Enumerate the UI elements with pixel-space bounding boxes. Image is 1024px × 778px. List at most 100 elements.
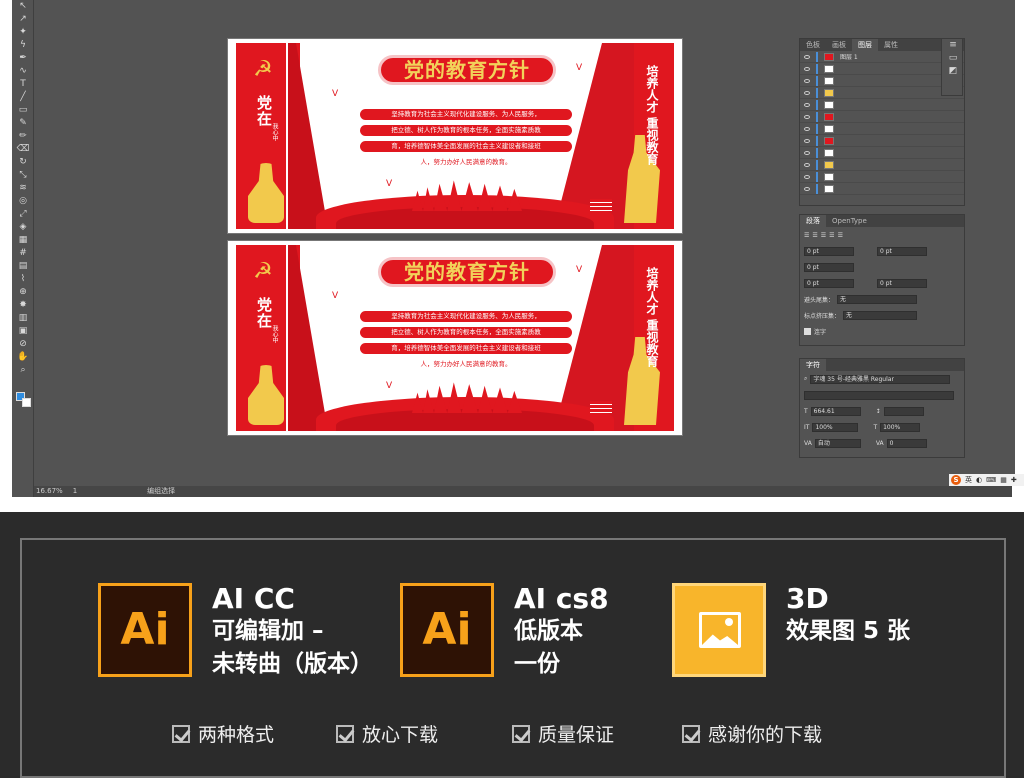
tab-swatches[interactable]: 色板 bbox=[800, 39, 826, 51]
leading-field[interactable] bbox=[883, 406, 924, 416]
tray-icon[interactable]: ▦ bbox=[1000, 476, 1007, 484]
type-icon[interactable]: T bbox=[12, 78, 34, 91]
graph-icon[interactable]: ▥ bbox=[12, 312, 34, 325]
hand-icon[interactable]: ✋ bbox=[12, 351, 34, 364]
visibility-eye-icon[interactable] bbox=[804, 186, 810, 191]
sublayer-row[interactable] bbox=[800, 135, 964, 147]
tab-opentype[interactable]: OpenType bbox=[826, 215, 873, 227]
tab-paragraph[interactable]: 段落 bbox=[800, 215, 826, 227]
eraser-icon[interactable]: ⌫ bbox=[12, 143, 34, 156]
slice-icon[interactable]: ⊘ bbox=[12, 338, 34, 351]
artboard-1[interactable]: ☭ 党在 我心中 培养人才 重视教育 党的教育方针 坚持教育为社会主义现代化建设… bbox=[227, 38, 683, 234]
paragraph-panel[interactable]: 段落 OpenType ☰ ☰ ☰ ☰ ☰ 0 pt 0 pt 0 pt 0 p… bbox=[799, 214, 965, 346]
kinsoku-select[interactable]: 无 bbox=[837, 294, 918, 304]
align-right-icon[interactable]: ☰ bbox=[821, 232, 826, 239]
pathfinder-icon[interactable]: ◩ bbox=[942, 65, 964, 78]
right-indent-field[interactable]: 0 pt bbox=[877, 246, 927, 256]
rotate-icon[interactable]: ↻ bbox=[12, 156, 34, 169]
space-after-field[interactable]: 0 pt bbox=[877, 278, 927, 288]
visibility-eye-icon[interactable] bbox=[804, 66, 810, 71]
vertical-scale-field[interactable]: 100% bbox=[812, 422, 859, 432]
align-icon[interactable]: ▭ bbox=[942, 52, 964, 65]
pen-icon[interactable]: ✒ bbox=[12, 52, 34, 65]
tray-icon[interactable]: ◐ bbox=[976, 476, 982, 484]
lasso-icon[interactable]: ϟ bbox=[12, 39, 34, 52]
selection-tool-icon[interactable]: ↖ bbox=[12, 0, 34, 13]
tray-icon[interactable]: ✚ bbox=[1011, 476, 1017, 484]
tray-icon[interactable]: ⌨ bbox=[986, 476, 996, 484]
align-center-icon[interactable]: ☰ bbox=[812, 232, 817, 239]
collapsed-panel-strip[interactable]: ≡ ▭ ◩ bbox=[941, 38, 963, 96]
tab-properties[interactable]: 属性 bbox=[878, 39, 904, 51]
curvature-icon[interactable]: ∿ bbox=[12, 65, 34, 78]
tab-artboards[interactable]: 画板 bbox=[826, 39, 852, 51]
kerning-field[interactable]: 自动 bbox=[814, 438, 861, 448]
visibility-eye-icon[interactable] bbox=[804, 54, 810, 59]
hyphen-checkbox[interactable] bbox=[804, 327, 811, 335]
sublayer-row[interactable] bbox=[800, 111, 964, 123]
sublayer-row[interactable] bbox=[800, 87, 964, 99]
character-panel[interactable]: 字符 ⌕ 字魂 35 号-经典雅黑 Regular T 664.61 ↕ IT … bbox=[799, 358, 965, 458]
magic-wand-icon[interactable]: ✦ bbox=[12, 26, 34, 39]
artboard-number[interactable]: 1 bbox=[73, 486, 77, 497]
visibility-eye-icon[interactable] bbox=[804, 162, 810, 167]
artboard-icon[interactable]: ▣ bbox=[12, 325, 34, 338]
paintbrush-icon[interactable]: ✎ bbox=[12, 117, 34, 130]
symbol-sprayer-icon[interactable]: ✸ bbox=[12, 299, 34, 312]
zoom-icon[interactable]: ⌕ bbox=[12, 364, 34, 377]
ime-language-label[interactable]: 英 bbox=[965, 475, 972, 485]
gradient-icon[interactable]: ▤ bbox=[12, 260, 34, 273]
font-size-field[interactable]: 664.61 bbox=[810, 406, 861, 416]
sublayer-row[interactable] bbox=[800, 171, 964, 183]
blend-icon[interactable]: ⊕ bbox=[12, 286, 34, 299]
visibility-eye-icon[interactable] bbox=[804, 114, 810, 119]
artboard-2[interactable]: ☭ 党在 我心中 培养人才 重视教育 党的教育方针 坚持教育为社会主义现代化建设… bbox=[227, 240, 683, 436]
sublayer-row[interactable] bbox=[800, 63, 964, 75]
scale-icon[interactable]: ⤡ bbox=[12, 169, 34, 182]
font-style-select[interactable] bbox=[804, 390, 954, 400]
font-family-select[interactable]: 字魂 35 号-经典雅黑 Regular bbox=[810, 374, 951, 384]
eyedropper-icon[interactable]: ⌇ bbox=[12, 273, 34, 286]
first-line-indent-field[interactable]: 0 pt bbox=[804, 262, 854, 272]
sublayer-row[interactable] bbox=[800, 159, 964, 171]
left-indent-field[interactable]: 0 pt bbox=[804, 246, 854, 256]
pencil-icon[interactable]: ✏ bbox=[12, 130, 34, 143]
visibility-eye-icon[interactable] bbox=[804, 102, 810, 107]
sublayer-row[interactable] bbox=[800, 99, 964, 111]
perspective-icon[interactable]: ▦ bbox=[12, 234, 34, 247]
warp-icon[interactable]: ◎ bbox=[12, 195, 34, 208]
shape-builder-icon[interactable]: ◈ bbox=[12, 221, 34, 234]
free-transform-icon[interactable]: ⤢ bbox=[12, 208, 34, 221]
justify-icon[interactable]: ☰ bbox=[829, 232, 834, 239]
sogou-ime-icon[interactable]: S bbox=[951, 475, 961, 485]
menu-icon[interactable]: ≡ bbox=[942, 39, 964, 52]
canvas-area[interactable]: ☭ 党在 我心中 培养人才 重视教育 党的教育方针 坚持教育为社会主义现代化建设… bbox=[35, 0, 1024, 486]
width-icon[interactable]: ≋ bbox=[12, 182, 34, 195]
mesh-icon[interactable]: # bbox=[12, 247, 34, 260]
space-before-field[interactable]: 0 pt bbox=[804, 278, 854, 288]
mojikumi-select[interactable]: 无 bbox=[843, 310, 918, 320]
visibility-eye-icon[interactable] bbox=[804, 126, 810, 131]
sublayer-row[interactable] bbox=[800, 75, 964, 87]
rectangle-icon[interactable]: ▭ bbox=[12, 104, 34, 117]
layer-row-top[interactable]: 图层 1 bbox=[800, 51, 964, 63]
tab-character[interactable]: 字符 bbox=[800, 359, 826, 371]
visibility-eye-icon[interactable] bbox=[804, 138, 810, 143]
horizontal-scale-field[interactable]: 100% bbox=[880, 422, 921, 432]
visibility-eye-icon[interactable] bbox=[804, 90, 810, 95]
tracking-field[interactable]: 0 bbox=[886, 438, 927, 448]
justify-all-icon[interactable]: ☰ bbox=[838, 232, 843, 239]
tab-layers[interactable]: 图层 bbox=[852, 39, 878, 51]
sublayer-row[interactable] bbox=[800, 183, 964, 195]
layer-list[interactable]: 图层 1 bbox=[800, 51, 964, 195]
direct-select-icon[interactable]: ↗ bbox=[12, 13, 34, 26]
zoom-level[interactable]: 16.67% bbox=[36, 486, 63, 497]
visibility-eye-icon[interactable] bbox=[804, 150, 810, 155]
visibility-eye-icon[interactable] bbox=[804, 174, 810, 179]
alignment-buttons[interactable]: ☰ ☰ ☰ ☰ ☰ bbox=[800, 227, 964, 243]
visibility-eye-icon[interactable] bbox=[804, 78, 810, 83]
align-left-icon[interactable]: ☰ bbox=[804, 232, 809, 239]
line-icon[interactable]: ╱ bbox=[12, 91, 34, 104]
stroke-color-swatch[interactable] bbox=[22, 398, 31, 407]
sublayer-row[interactable] bbox=[800, 123, 964, 135]
